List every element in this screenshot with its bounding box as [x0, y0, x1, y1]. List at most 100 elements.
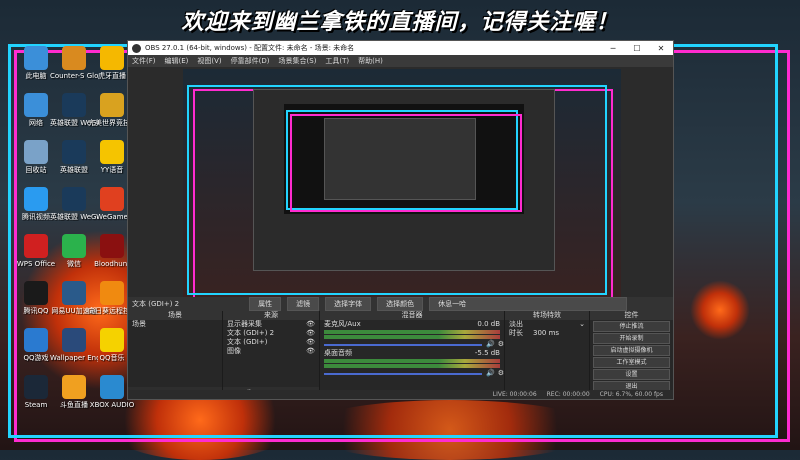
scenes-dock: 场景 场景 + − ∧ ∨	[128, 311, 223, 399]
obs-titlebar[interactable]: OBS 27.0.1 (64-bit, windows) - 配置文件: 未命名…	[128, 41, 673, 55]
speaker-icon[interactable]: 🔊	[486, 340, 495, 349]
lol-icon	[62, 187, 86, 211]
source-toolbar: 文本 (GDI+) 2 属性 滤镜 选择字体 选择颜色 休息一哈	[128, 297, 673, 311]
close-button[interactable]: ✕	[649, 44, 673, 53]
lol-icon	[62, 93, 86, 117]
uu-icon	[62, 281, 86, 305]
douyu-icon	[62, 375, 86, 399]
wps-icon	[24, 234, 48, 258]
transitions-dock: 转场特效 淡出 ⌄ 时长 300 ms	[505, 311, 590, 399]
properties-button[interactable]: 属性	[249, 297, 282, 311]
menu-docks[interactable]: 停靠部件(D)	[231, 56, 270, 66]
live-timer: LIVE: 00:00:06	[492, 391, 537, 398]
transition-type: 淡出	[509, 320, 523, 328]
rec-timer: REC: 00:00:00	[546, 391, 590, 398]
nested-obs-deep	[324, 118, 476, 200]
source-item[interactable]: 文本 (GDI+) 👁	[223, 338, 319, 347]
chevron-down-icon[interactable]: ⌄	[579, 320, 585, 329]
wallpaper-engine-icon	[62, 328, 86, 352]
transitions-title: 转场特效	[505, 311, 589, 320]
status-bar: LIVE: 00:00:06 REC: 00:00:00 CPU: 6.7%, …	[128, 390, 673, 399]
filters-button[interactable]: 滤镜	[287, 297, 320, 311]
audio-mixer-title: 混音器	[320, 311, 504, 320]
eye-icon[interactable]: 👁	[306, 329, 315, 338]
volume-slider[interactable]: 🔊 ⚙	[320, 369, 504, 378]
menu-view[interactable]: 视图(V)	[197, 56, 221, 66]
wechat-icon	[62, 234, 86, 258]
audio-mixer-dock: 混音器 麦克风/Aux 0.0 dB 🔊 ⚙ 桌面音频 -5.5 dB 🔊 ⚙	[320, 311, 505, 399]
channel-db: 0.0 dB	[477, 320, 500, 328]
eye-icon[interactable]: 👁	[306, 320, 315, 329]
tencent-video-icon	[24, 187, 48, 211]
channel-name: 桌面音频	[324, 349, 352, 357]
source-item[interactable]: 文本 (GDI+) 2 👁	[223, 329, 319, 338]
preview-nested-obs	[253, 89, 555, 271]
eye-icon[interactable]: 👁	[306, 347, 315, 356]
scene-item[interactable]: 场景	[128, 320, 222, 329]
controls-dock: 控件 停止推流 开始录制 启动虚拟摄像机 工作室模式 设置 退出	[590, 311, 673, 399]
sunflower-icon	[100, 281, 124, 305]
transition-duration-row: 时长 300 ms	[505, 329, 589, 338]
source-item-label: 显示器采集	[227, 320, 262, 328]
mixer-channel: 桌面音频 -5.5 dB	[320, 349, 504, 358]
computer-icon	[24, 46, 48, 70]
yy-icon	[100, 140, 124, 164]
start-recording-button[interactable]: 开始录制	[593, 333, 670, 344]
source-item[interactable]: 显示器采集 👁	[223, 320, 319, 329]
minimize-button[interactable]: ─	[601, 44, 625, 53]
settings-button[interactable]: 设置	[593, 369, 670, 380]
virtual-camera-button[interactable]: 启动虚拟摄像机	[593, 345, 670, 356]
lol-icon	[62, 140, 86, 164]
network-icon	[24, 93, 48, 117]
menu-bar: 文件(F) 编辑(E) 视图(V) 停靠部件(D) 场景集合(S) 工具(T) …	[128, 55, 673, 67]
steam-icon	[24, 375, 48, 399]
controls-title: 控件	[590, 311, 673, 320]
scenes-dock-title: 场景	[128, 311, 222, 320]
gear-icon[interactable]: ⚙	[498, 340, 504, 349]
maximize-button[interactable]: ☐	[625, 44, 649, 53]
menu-tools[interactable]: 工具(T)	[325, 56, 349, 66]
transition-type-select[interactable]: 淡出 ⌄	[505, 320, 589, 329]
stop-streaming-button[interactable]: 停止推流	[593, 321, 670, 332]
duration-field[interactable]: 300 ms	[533, 329, 559, 338]
channel-db: -5.5 dB	[474, 349, 500, 357]
obs-logo-icon	[132, 43, 141, 53]
dock-area: 场景 场景 + − ∧ ∨ 来源 显示器采集 👁 文本 (GDI+) 2 👁 文本 …	[128, 311, 673, 399]
channel-name: 麦克风/Aux	[324, 320, 361, 328]
sources-dock-title: 来源	[223, 311, 319, 320]
obs-window: OBS 27.0.1 (64-bit, windows) - 配置文件: 未命名…	[127, 40, 674, 400]
volume-meter	[324, 330, 500, 334]
volume-slider[interactable]: 🔊 ⚙	[320, 340, 504, 349]
select-font-button[interactable]: 选择字体	[325, 297, 372, 311]
qq-music-icon	[100, 328, 124, 352]
gear-icon[interactable]: ⚙	[498, 369, 504, 378]
eye-icon[interactable]: 👁	[306, 338, 315, 347]
menu-edit[interactable]: 编辑(E)	[165, 56, 189, 66]
recycle-bin-icon	[24, 140, 48, 164]
volume-meter	[324, 364, 500, 368]
select-color-button[interactable]: 选择颜色	[377, 297, 424, 311]
mixer-channel: 麦克风/Aux 0.0 dB	[320, 320, 504, 329]
source-item[interactable]: 图像 👁	[223, 347, 319, 356]
perfect-world-icon	[100, 93, 124, 117]
menu-scene-collection[interactable]: 场景集合(S)	[279, 56, 317, 66]
duration-label: 时长	[509, 329, 523, 337]
sources-dock: 来源 显示器采集👁 文本 (GDI+) 2👁 文本 (GDI+)👁 图像👁 + …	[223, 311, 320, 399]
xbox-audio-icon	[100, 375, 124, 399]
window-title: OBS 27.0.1 (64-bit, windows) - 配置文件: 未命名…	[145, 44, 355, 52]
speaker-icon[interactable]: 🔊	[486, 369, 495, 378]
text-value-field[interactable]: 休息一哈	[429, 297, 628, 311]
menu-help[interactable]: 帮助(H)	[358, 56, 383, 66]
studio-mode-button[interactable]: 工作室模式	[593, 357, 670, 368]
preview-canvas[interactable]	[183, 69, 621, 313]
menu-file[interactable]: 文件(F)	[132, 56, 156, 66]
preview-nested-canvas	[284, 104, 524, 214]
volume-meter	[324, 359, 500, 363]
csgo-icon	[62, 46, 86, 70]
desktop-icon-grid: 此电脑Counter-S Global Of...虎牙直播网络英雄联盟 WeGa…	[12, 44, 136, 424]
qq-icon	[24, 281, 48, 305]
source-item-label: 文本 (GDI+) 2	[227, 329, 275, 337]
desktop-icon-label: XBOX AUDIO	[89, 401, 135, 409]
bloodhunt-icon	[100, 234, 124, 258]
volume-meter	[324, 335, 500, 339]
